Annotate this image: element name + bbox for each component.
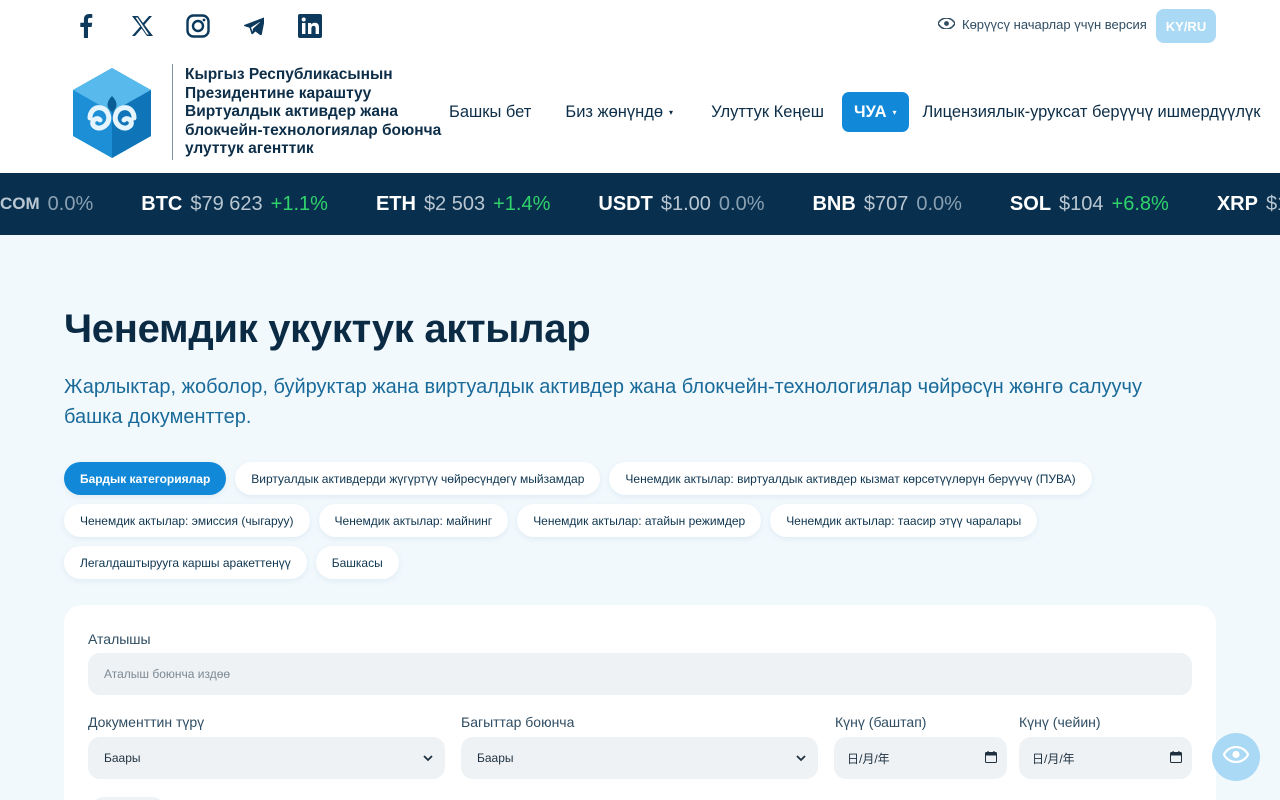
- direction-value: Баары: [477, 751, 514, 765]
- ticker-symbol: XRP: [1216, 192, 1258, 215]
- date-from-input[interactable]: 日/月/年: [834, 737, 1007, 779]
- telegram-icon[interactable]: [240, 12, 268, 40]
- crypto-ticker: COM 0.0% BTC $79 623 +1.1% ETH $2 503 +1…: [0, 173, 1280, 235]
- ticker-change: 0.0%: [916, 192, 962, 215]
- page-title: Ченемдик укуктук актылар: [64, 307, 591, 351]
- date-to-value: 日/月/年: [1032, 751, 1075, 766]
- ticker-change: +1.1%: [270, 192, 328, 215]
- nav-item-chua[interactable]: ЧУА ▾: [841, 92, 909, 132]
- main-content: Ченемдик укуктук актылар Жарлыктар, жобо…: [0, 235, 1280, 800]
- eye-icon: [1222, 745, 1250, 768]
- ticker-price: $1.00: [660, 192, 711, 215]
- instagram-icon[interactable]: [184, 12, 212, 40]
- eye-icon: [937, 17, 956, 32]
- category-chip[interactable]: Ченемдик актылар: эмиссия (чыгаруу): [64, 504, 310, 537]
- ticker-item: BTC $79 623 +1.1%: [141, 193, 328, 216]
- date-to-label: Күнү (чейин): [1019, 714, 1101, 730]
- category-chip[interactable]: Ченемдик актылар: атайын режимдер: [517, 504, 762, 537]
- ticker-item: SOL $104 +6.8%: [1010, 193, 1169, 216]
- title-search-label: Аталышы: [88, 631, 151, 647]
- category-filters: Бардык категориялар Виртуалдык активдерд…: [64, 462, 1164, 579]
- category-chip[interactable]: Ченемдик актылар: виртуалдык активдер кы…: [609, 462, 1092, 495]
- caret-down-icon: ▾: [892, 107, 897, 117]
- calendar-icon: [1170, 750, 1182, 766]
- date-from-value: 日/月/年: [847, 751, 890, 766]
- nav-item-about[interactable]: Биз жөнүндө ▾: [565, 92, 673, 132]
- doc-type-value: Баары: [104, 751, 141, 765]
- category-chip[interactable]: Ченемдик актылар: майнинг: [318, 504, 509, 537]
- nav-item-label: Улуттук Кеңеш: [711, 102, 824, 121]
- ticker-item: USDT $1.00 0.0%: [598, 193, 764, 216]
- chevron-down-icon: [796, 751, 806, 765]
- ticker-symbol: BTC: [141, 192, 183, 215]
- site-header: Кыргыз Республикасынын Президентине кара…: [0, 52, 1280, 173]
- ticker-item: ETH $2 503 +1.4%: [376, 193, 550, 216]
- category-chip[interactable]: Легалдаштырууга каршы аракеттенүү: [64, 546, 307, 579]
- logo-divider: [172, 64, 173, 160]
- date-to-input[interactable]: 日/月/年: [1019, 737, 1192, 779]
- ticker-item: XRP $1.42: [1217, 193, 1280, 216]
- ticker-price: $2 503: [423, 192, 486, 215]
- ticker-symbol: BNB: [812, 192, 856, 215]
- category-chip[interactable]: Башкасы: [315, 546, 399, 579]
- category-chip[interactable]: Виртуалдык активдерди жүгүртүү чөйрөсүнд…: [235, 462, 601, 495]
- ticker-price: $104: [1059, 192, 1104, 215]
- ticker-price: $1.42: [1265, 192, 1280, 215]
- ticker-symbol: ETH: [375, 192, 416, 215]
- language-switcher[interactable]: KY/RU: [1156, 9, 1216, 43]
- nav-item-label: Биз жөнүндө: [565, 102, 664, 121]
- chevron-down-icon: [423, 751, 433, 765]
- direction-label: Багыттар боюнча: [461, 714, 575, 730]
- linkedin-icon[interactable]: [296, 12, 324, 40]
- nav-item-label: Башкы бет: [449, 102, 532, 121]
- ticker-row: COM 0.0% BTC $79 623 +1.1% ETH $2 503 +1…: [0, 173, 1280, 235]
- ticker-change: +6.8%: [1111, 192, 1169, 215]
- nav-item-label: ЧУА: [853, 102, 887, 121]
- ticker-change: 0.0%: [47, 192, 94, 215]
- ticker-symbol: USDT: [598, 192, 653, 215]
- doc-type-select[interactable]: Баары: [88, 737, 445, 779]
- title-search-placeholder: Аталыш боюнча издөө: [104, 667, 231, 681]
- ticker-price: COM: [0, 194, 40, 213]
- social-links: [72, 12, 352, 40]
- ticker-symbol: SOL: [1009, 192, 1052, 215]
- visually-impaired-link[interactable]: Көрүүсү начарлар үчүн версия: [937, 17, 1147, 32]
- category-chip[interactable]: Ченемдик актылар: таасир этүү чаралары: [770, 504, 1038, 537]
- filter-card: Аталышы Аталыш боюнча издөө Документтин …: [64, 605, 1216, 800]
- ticker-change: 0.0%: [718, 192, 765, 215]
- doc-type-label: Документтин түрү: [88, 714, 205, 730]
- category-chip-all[interactable]: Бардык категориялар: [64, 462, 227, 495]
- visually-impaired-label: Көрүүсү начарлар үчүн версия: [962, 17, 1147, 32]
- ticker-change: +1.4%: [493, 192, 551, 215]
- top-bar: Көрүүсү начарлар үчүн версия KY/RU: [0, 0, 1280, 52]
- x-icon[interactable]: [128, 12, 156, 40]
- nav-item-label: Лицензиялык-уруксат берүүчү ишмердүүлүк: [922, 102, 1261, 121]
- nav-item-home[interactable]: Башкы бет: [449, 92, 531, 132]
- accessibility-fab[interactable]: [1212, 733, 1260, 781]
- main-nav: Башкы бет Биз жөнүндө ▾ Улуттук Кеңеш ЧУ…: [449, 92, 1261, 132]
- title-search-input[interactable]: Аталыш боюнча издөө: [88, 653, 1192, 695]
- nav-item-licensing[interactable]: Лицензиялык-уруксат берүүчү ишмердүүлүк: [923, 92, 1261, 132]
- ticker-price: $707: [863, 192, 909, 215]
- nav-item-national-council[interactable]: Улуттук Кеңеш: [711, 92, 824, 132]
- agency-logo[interactable]: [70, 66, 154, 160]
- facebook-icon[interactable]: [72, 12, 100, 40]
- ticker-item: COM 0.0%: [0, 193, 93, 216]
- calendar-icon: [985, 750, 997, 766]
- date-from-label: Күнү (баштап): [835, 714, 927, 730]
- ticker-price: $79 623: [190, 192, 263, 215]
- caret-down-icon: ▾: [669, 107, 674, 117]
- page-subtitle: Жарлыктар, жоболор, буйруктар жана вирту…: [64, 376, 1142, 428]
- agency-name: Кыргыз Республикасынын Президентине кара…: [185, 66, 442, 158]
- direction-select[interactable]: Баары: [461, 737, 818, 779]
- ticker-item: BNB $707 0.0%: [812, 193, 961, 216]
